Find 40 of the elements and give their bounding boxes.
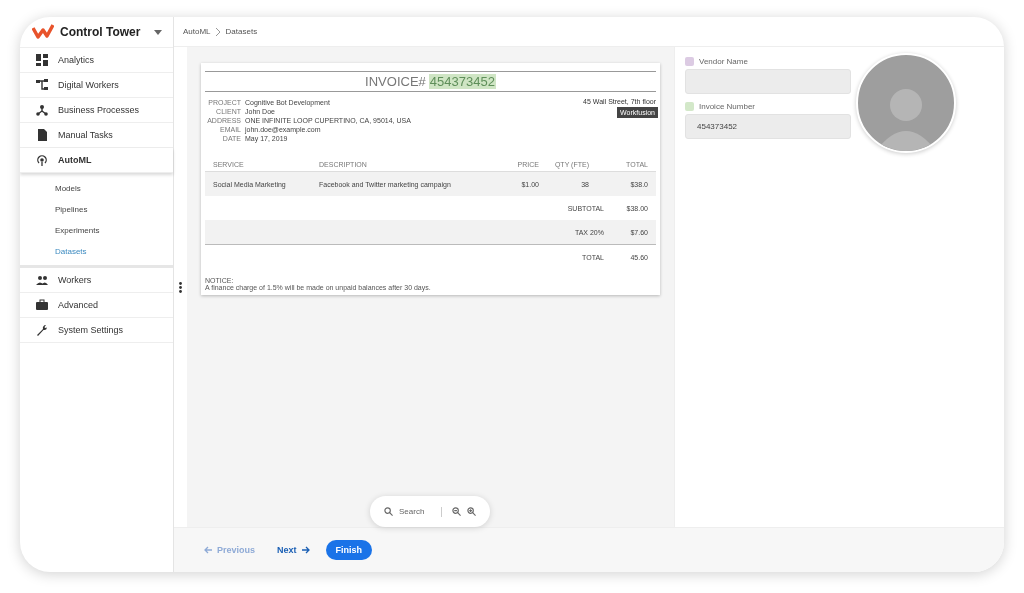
antenna-icon (36, 154, 48, 166)
branch-icon (36, 104, 48, 116)
search-field[interactable]: Search (399, 507, 435, 516)
field-label: Vendor Name (699, 57, 748, 66)
app-title: Control Tower (60, 25, 141, 39)
arrow-left-icon (204, 546, 212, 554)
sidebar-subitem[interactable]: Models (20, 178, 173, 199)
zoom-out-icon[interactable] (452, 507, 461, 516)
wrench-icon (36, 324, 48, 336)
sidebar-item[interactable]: Advanced (20, 293, 173, 318)
chevron-icon (215, 27, 221, 36)
field-label: Invoice Number (699, 102, 756, 111)
nodes-icon (36, 79, 48, 91)
sidebar-item[interactable]: Manual Tasks (20, 123, 173, 148)
sidebar-subitem[interactable]: Pipelines (20, 199, 173, 220)
breadcrumb-current: Datasets (225, 27, 258, 36)
sidebar-item[interactable]: Analytics (20, 48, 173, 73)
zoom-in-icon[interactable] (467, 507, 476, 516)
dashboard-icon (36, 54, 48, 66)
sidebar-subitem[interactable]: Experiments (20, 220, 173, 241)
document-icon (36, 129, 48, 141)
briefcase-icon (36, 299, 48, 311)
logo-icon (32, 24, 54, 40)
sidebar-item[interactable]: Business Processes (20, 98, 173, 123)
people-icon (36, 274, 48, 286)
invoice-title: INVOICE# (365, 74, 426, 89)
more-vertical-icon[interactable] (179, 281, 182, 293)
arrow-right-icon (301, 546, 310, 554)
sidebar-item[interactable]: Workers (20, 268, 173, 293)
search-icon (384, 507, 393, 516)
sidebar-item[interactable]: AutoML (20, 148, 173, 173)
sidebar-item[interactable]: Digital Workers (20, 73, 173, 98)
sidebar-item[interactable]: System Settings (20, 318, 173, 343)
input-field[interactable] (685, 69, 851, 94)
caret-icon[interactable] (154, 29, 163, 35)
breadcrumb-link[interactable]: AutoML (183, 27, 211, 36)
sidebar-subitem[interactable]: Datasets (20, 241, 173, 262)
next-button[interactable]: Next (271, 541, 316, 559)
input-field[interactable]: 454373452 (685, 114, 851, 139)
finish-button[interactable]: Finish (325, 540, 373, 560)
